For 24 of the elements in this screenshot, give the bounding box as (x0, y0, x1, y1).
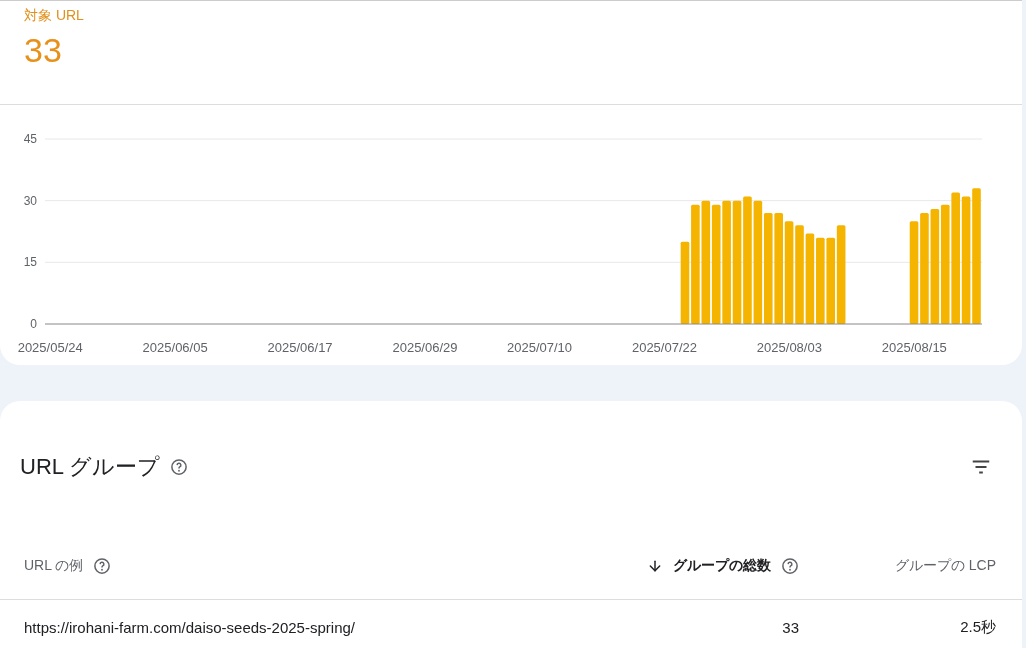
x-axis-label: 2025/08/15 (881, 340, 947, 355)
y-axis-label: 45 (23, 132, 37, 146)
table-cell-text: 33 (781, 618, 799, 636)
x-axis-label: 2025/07/22 (631, 340, 697, 355)
metric-label: 対象 URL (24, 7, 85, 25)
column-header[interactable]: グループの LCP (894, 557, 996, 575)
y-axis-label: 15 (23, 255, 37, 270)
section-title: URL グループ (20, 453, 161, 481)
help-icon[interactable] (93, 557, 112, 575)
help-icon[interactable] (170, 458, 189, 476)
table-cell-text: https://irohani-farm.com/daiso-seeds-2025-spring/ (24, 618, 356, 636)
y-axis-label: 30 (23, 193, 37, 208)
x-axis-label: 2025/07/10 (507, 340, 573, 355)
table-cell-text: 2.5秒 (959, 617, 996, 637)
metric-value: 33 (24, 31, 63, 70)
column-header[interactable]: URL の例 (24, 557, 84, 575)
x-axis-label: 2025/06/29 (392, 340, 458, 355)
x-axis-label: 2025/08/03 (756, 340, 822, 355)
x-axis-label: 2025/05/24 (17, 340, 83, 355)
x-axis-label: 2025/06/05 (142, 340, 208, 355)
column-header[interactable]: グループの総数 (673, 557, 771, 575)
y-axis-label: 0 (30, 317, 37, 331)
x-axis-label: 2025/06/17 (267, 340, 333, 355)
help-icon[interactable] (781, 557, 799, 575)
